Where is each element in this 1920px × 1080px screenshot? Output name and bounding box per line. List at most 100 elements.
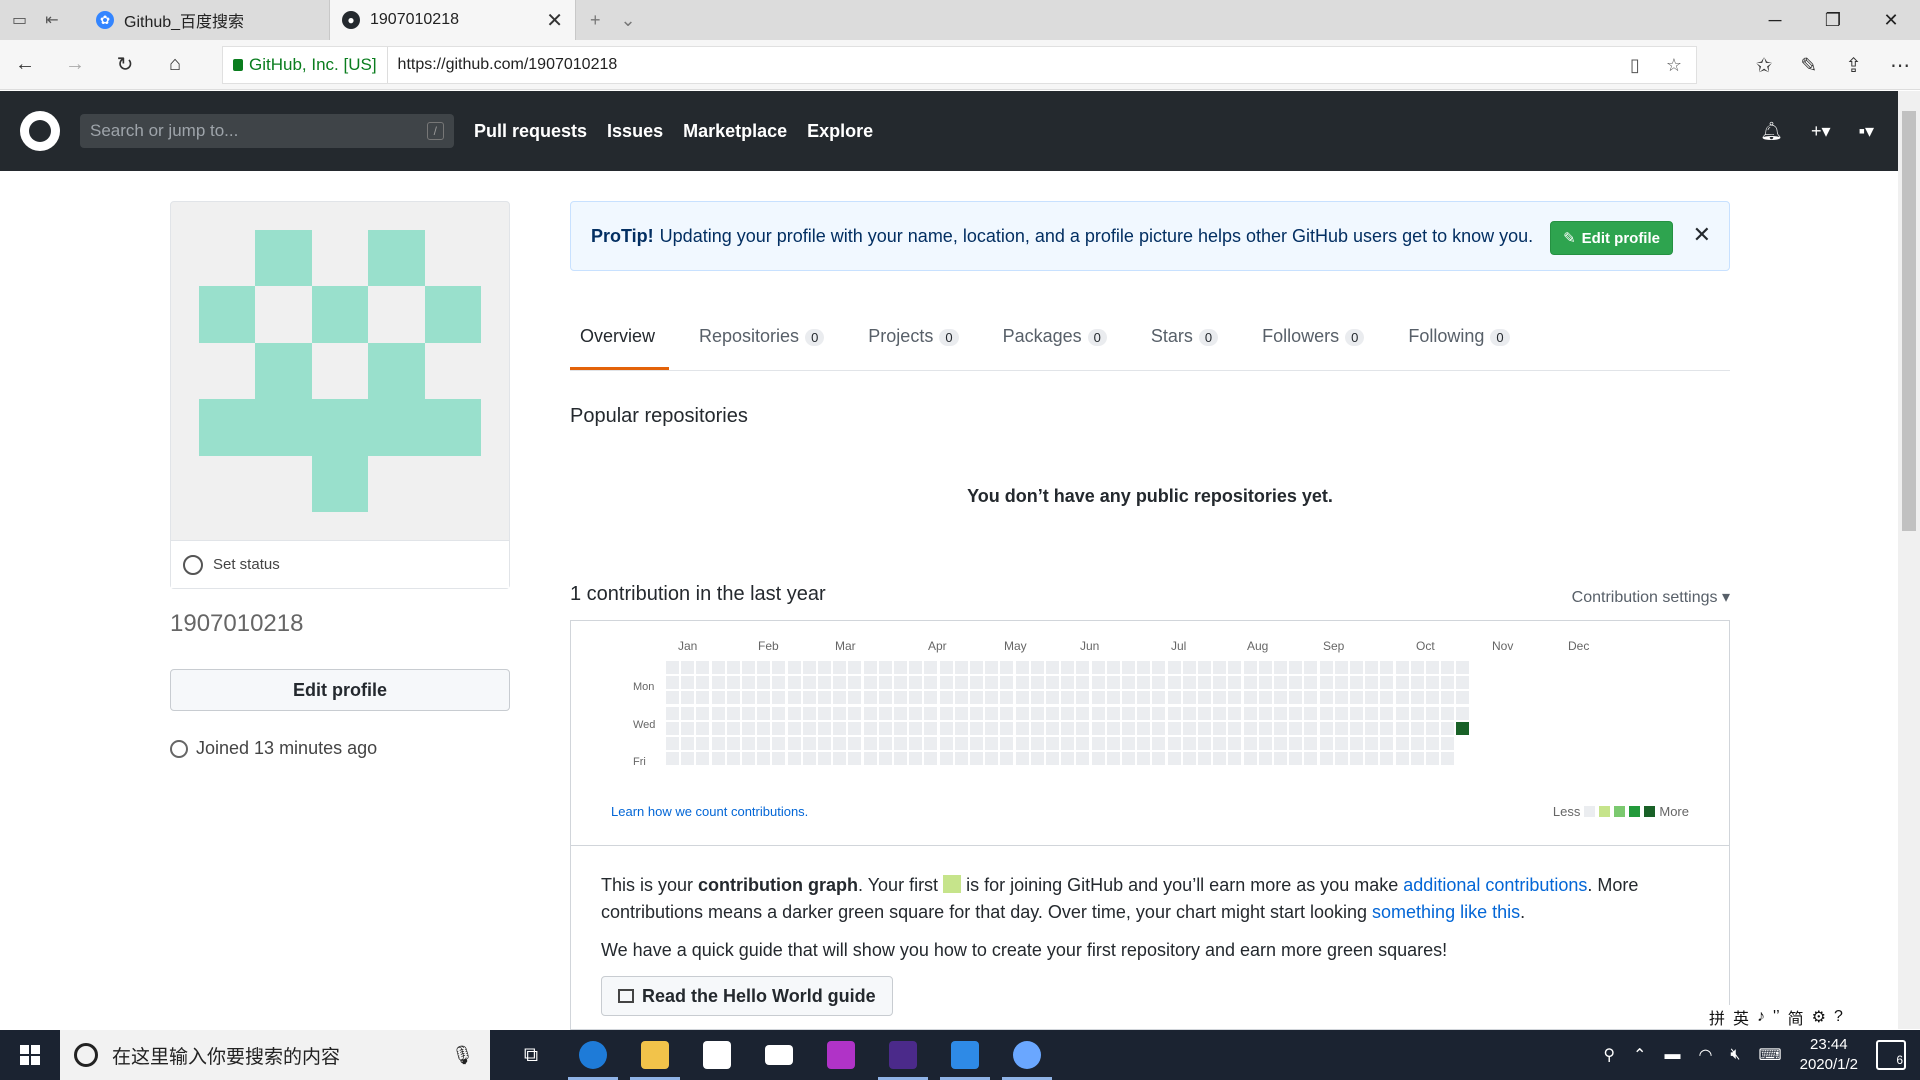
contribution-day[interactable] [1016, 691, 1029, 704]
additional-contributions-link[interactable]: additional contributions [1403, 875, 1587, 895]
contribution-day[interactable] [1320, 691, 1333, 704]
contribution-day[interactable] [864, 691, 877, 704]
set-status-button[interactable]: Set status [171, 540, 509, 588]
contribution-day[interactable] [1259, 661, 1272, 674]
contribution-day[interactable] [1000, 722, 1013, 735]
contribution-day[interactable] [818, 676, 831, 689]
contribution-day[interactable] [1365, 707, 1378, 720]
share-icon[interactable]: ⇪ [1845, 53, 1862, 78]
contribution-day[interactable] [818, 737, 831, 750]
contribution-day[interactable] [1046, 676, 1059, 689]
contribution-day[interactable] [696, 707, 709, 720]
contribution-day[interactable] [848, 691, 861, 704]
contribution-day[interactable] [1031, 661, 1044, 674]
contribution-day[interactable] [894, 707, 907, 720]
contribution-day[interactable] [940, 661, 953, 674]
contribution-day[interactable] [788, 661, 801, 674]
contribution-day[interactable] [666, 737, 679, 750]
page-scrollbar[interactable] [1898, 91, 1920, 1029]
contribution-day[interactable] [909, 661, 922, 674]
contribution-day[interactable] [696, 676, 709, 689]
contribution-day[interactable] [818, 722, 831, 735]
contribution-day[interactable] [1076, 737, 1089, 750]
something-like-this-link[interactable]: something like this [1372, 902, 1520, 922]
contribution-day[interactable] [1365, 752, 1378, 765]
contribution-day[interactable] [1259, 691, 1272, 704]
contribution-day[interactable] [1350, 676, 1363, 689]
restore-icon[interactable]: ❐ [1804, 0, 1862, 40]
contribution-day[interactable] [894, 722, 907, 735]
contribution-day[interactable] [742, 661, 755, 674]
forward-icon[interactable]: → [50, 53, 100, 76]
contribution-day[interactable] [1168, 737, 1181, 750]
contribution-day[interactable] [1289, 722, 1302, 735]
contribution-day[interactable] [666, 691, 679, 704]
contribution-day[interactable] [1031, 676, 1044, 689]
more-icon[interactable]: ⋯ [1890, 53, 1910, 78]
contribution-day[interactable] [788, 752, 801, 765]
contribution-day[interactable] [1061, 737, 1074, 750]
contribution-day[interactable] [1076, 707, 1089, 720]
contribution-day[interactable] [1456, 707, 1469, 720]
contribution-day[interactable] [924, 737, 937, 750]
contribution-day[interactable] [1244, 737, 1257, 750]
contribution-day[interactable] [1137, 737, 1150, 750]
ime-simplified[interactable]: 简 [1788, 1005, 1804, 1029]
contribution-day[interactable] [1441, 707, 1454, 720]
contribution-day[interactable] [1107, 691, 1120, 704]
contribution-day[interactable] [940, 707, 953, 720]
contribution-day[interactable] [1213, 691, 1226, 704]
contribution-day[interactable] [1396, 676, 1409, 689]
contribution-day[interactable] [1304, 752, 1317, 765]
contribution-day[interactable] [757, 691, 770, 704]
contribution-day[interactable] [1380, 722, 1393, 735]
contribution-day[interactable] [1228, 707, 1241, 720]
contribution-day[interactable] [1274, 676, 1287, 689]
contribution-day[interactable] [1411, 707, 1424, 720]
contribution-day[interactable] [1320, 737, 1333, 750]
contribution-day[interactable] [772, 737, 785, 750]
contribution-day[interactable] [1380, 737, 1393, 750]
contribution-day[interactable] [924, 661, 937, 674]
contribution-day[interactable] [1152, 737, 1165, 750]
contribution-day[interactable] [1168, 661, 1181, 674]
contribution-day[interactable] [1183, 752, 1196, 765]
contribution-day[interactable] [696, 661, 709, 674]
dismiss-close-icon[interactable]: ✕ [1693, 222, 1711, 248]
contribution-day[interactable] [894, 752, 907, 765]
contribution-day[interactable] [666, 707, 679, 720]
contribution-day[interactable] [848, 707, 861, 720]
contribution-day[interactable] [1031, 691, 1044, 704]
contribution-day[interactable] [924, 752, 937, 765]
contribution-day[interactable] [879, 722, 892, 735]
contribution-day[interactable] [1092, 676, 1105, 689]
contribution-day[interactable] [1152, 676, 1165, 689]
contribution-day[interactable] [803, 722, 816, 735]
contribution-day[interactable] [1122, 661, 1135, 674]
contribution-day[interactable] [1228, 676, 1241, 689]
contribution-day[interactable] [803, 691, 816, 704]
taskbar-clock[interactable]: 23:44 2020/1/2 [1800, 1035, 1858, 1075]
contribution-day[interactable] [955, 676, 968, 689]
contribution-day[interactable] [940, 737, 953, 750]
contribution-day[interactable] [1350, 722, 1363, 735]
contribution-day[interactable] [909, 722, 922, 735]
contribution-day[interactable] [772, 661, 785, 674]
github-logo-icon[interactable] [20, 111, 60, 151]
contribution-day[interactable] [1016, 676, 1029, 689]
contribution-day[interactable] [1107, 722, 1120, 735]
contribution-day[interactable] [803, 661, 816, 674]
contribution-day[interactable] [712, 737, 725, 750]
contribution-day[interactable] [1335, 661, 1348, 674]
contribution-day[interactable] [1046, 737, 1059, 750]
contribution-day[interactable] [1183, 676, 1196, 689]
contribution-day[interactable] [1304, 707, 1317, 720]
contribution-day[interactable] [1426, 661, 1439, 674]
contribution-day[interactable] [1426, 707, 1439, 720]
contribution-day[interactable] [985, 707, 998, 720]
contribution-day[interactable] [1061, 722, 1074, 735]
contribution-day[interactable] [1092, 737, 1105, 750]
contribution-day[interactable] [742, 737, 755, 750]
contribution-day[interactable] [864, 737, 877, 750]
contribution-day[interactable] [1198, 737, 1211, 750]
